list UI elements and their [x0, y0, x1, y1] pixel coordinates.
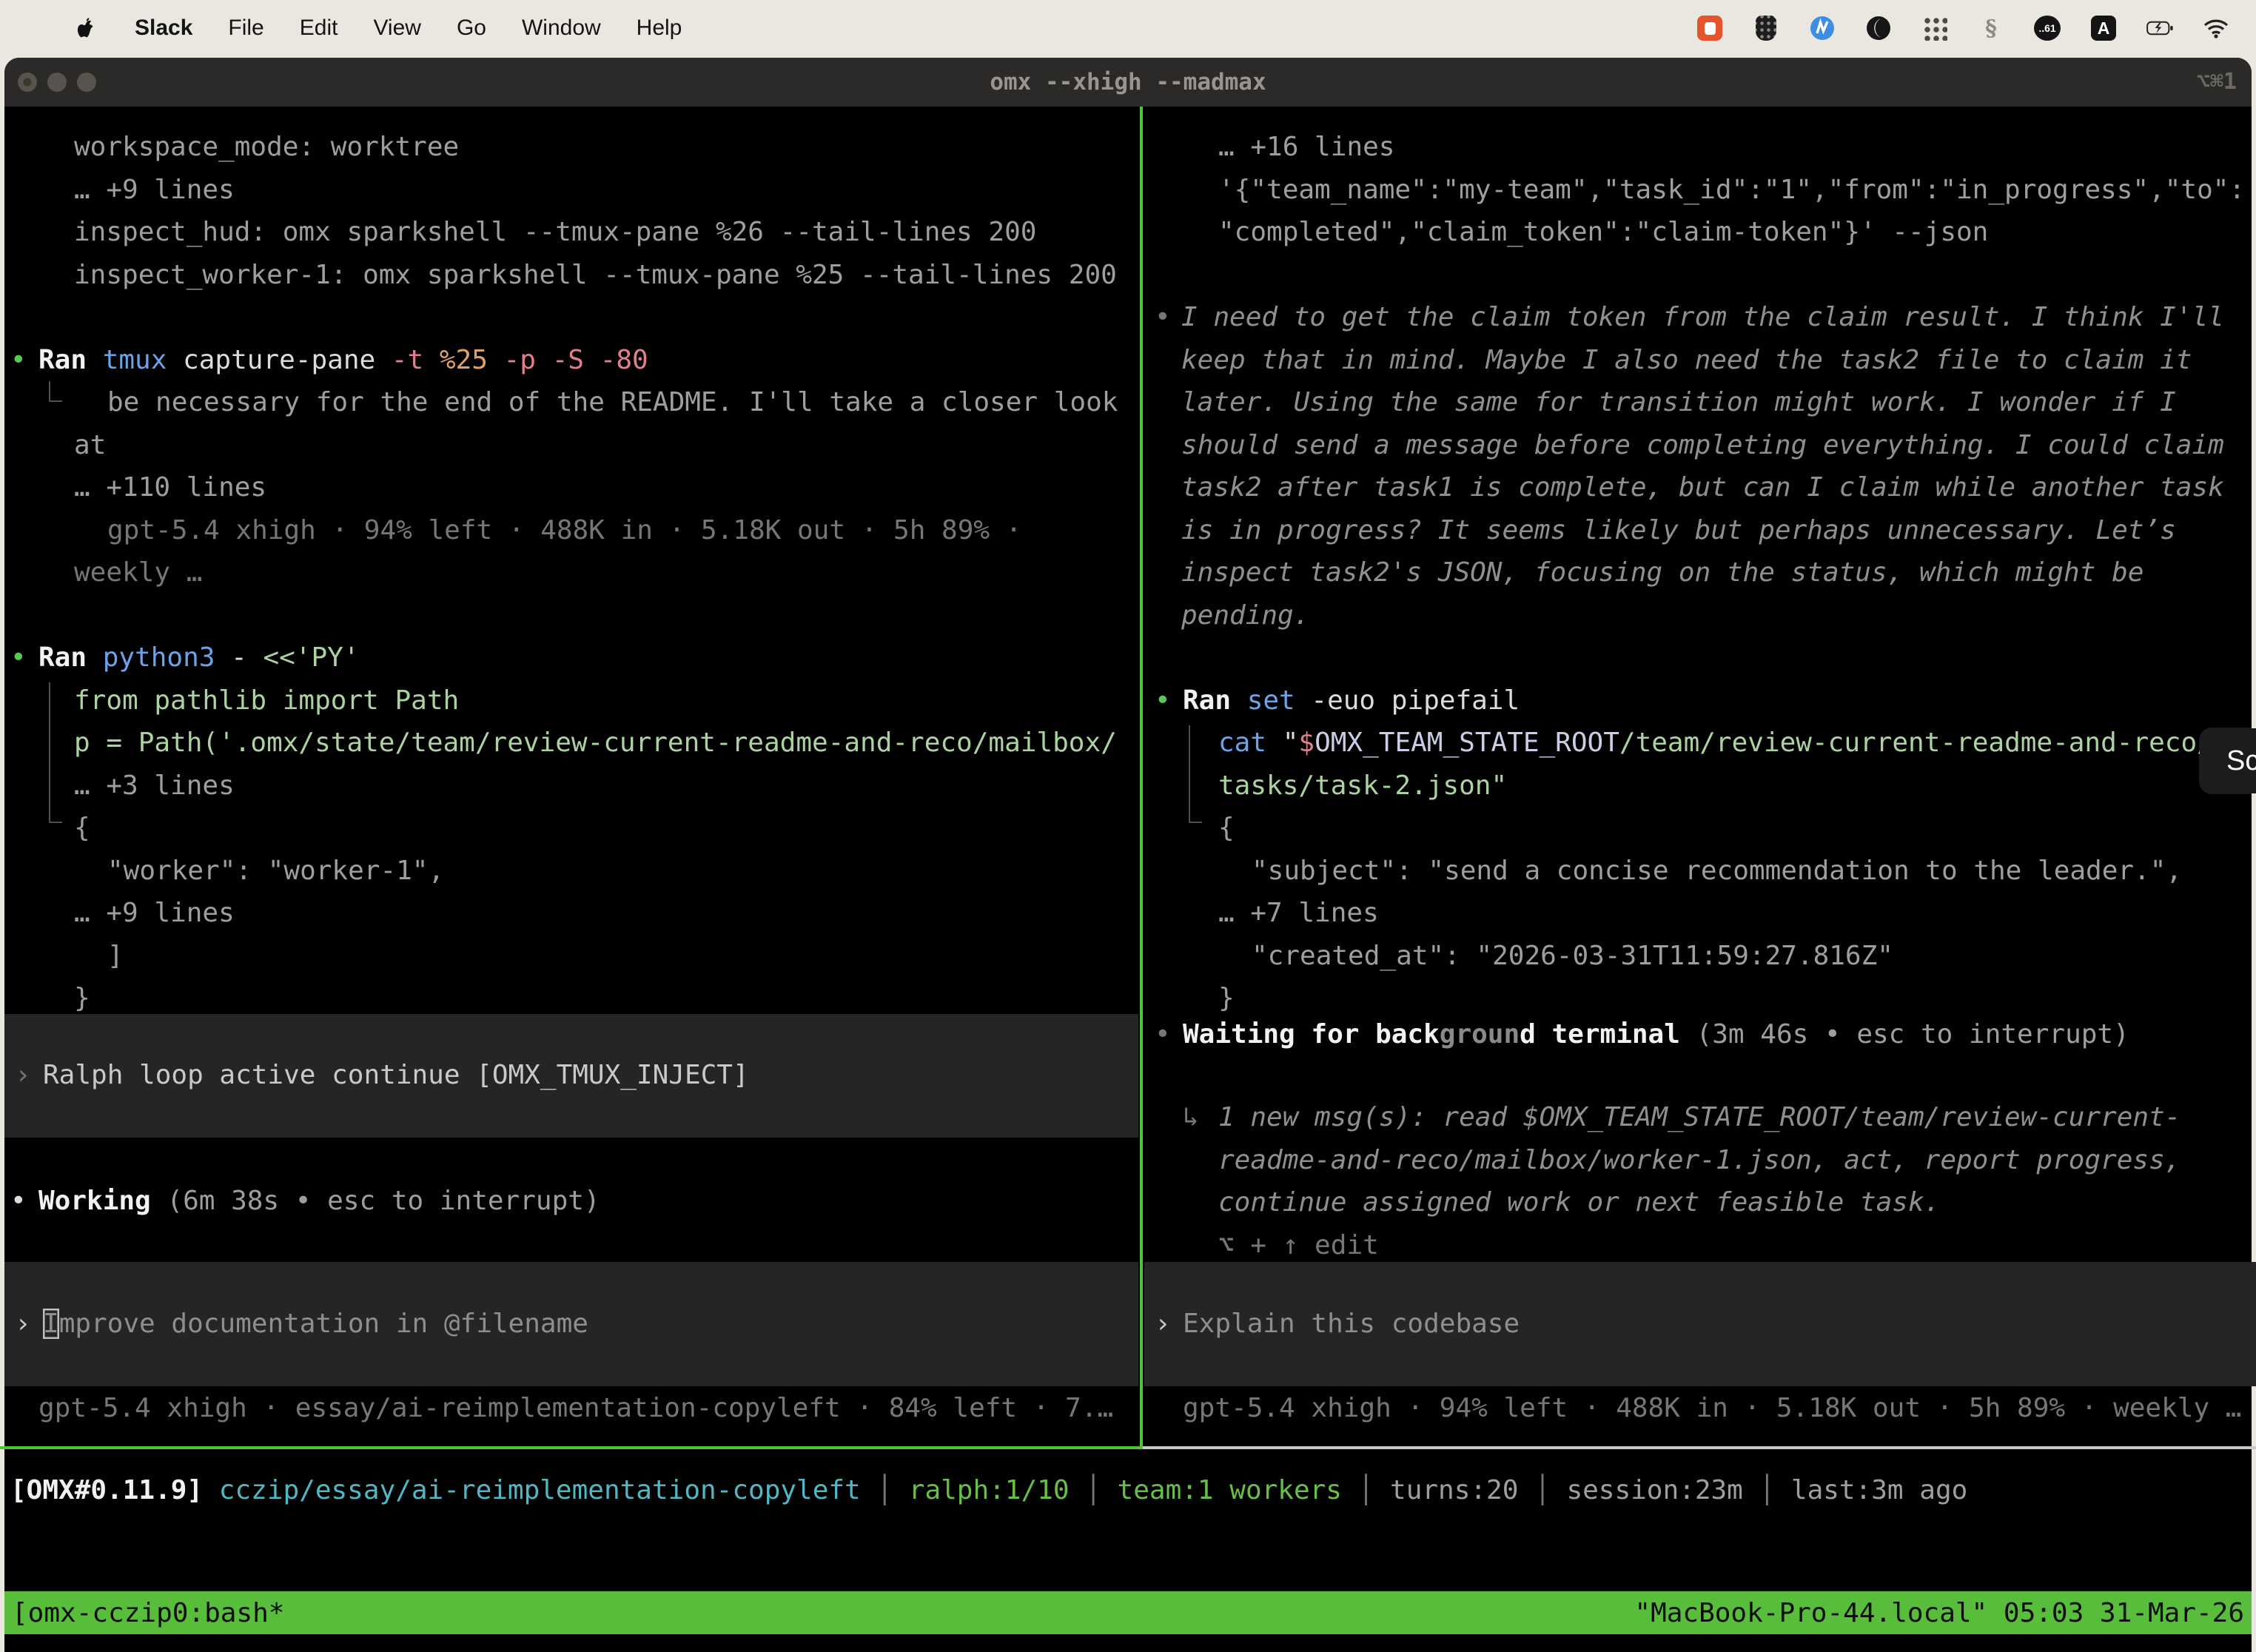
battery-icon[interactable] — [2146, 15, 2173, 41]
omx-hud-status-line: [OMX#0.11.9] cczip/essay/ai-reimplementa… — [0, 1469, 2256, 1512]
menu-item-go[interactable]: Go — [457, 16, 486, 41]
tmux-status-bar: [omx-cczip0:bash* "MacBook-Pro-44.local"… — [4, 1591, 2252, 1634]
dark-crescent-icon[interactable] — [1865, 15, 1892, 41]
menu-item-window[interactable]: Window — [522, 16, 601, 41]
tree-connector — [49, 400, 62, 402]
blue-bolt-icon[interactable] — [1809, 15, 1836, 41]
left-working-status: •Working (6m 38s • esc to interrupt) — [0, 1180, 1140, 1223]
tmux-pane-divider[interactable] — [1140, 107, 1143, 1446]
screenshot-overlay-button[interactable]: Scre — [2200, 728, 2256, 793]
right-prompt-input[interactable]: ›Explain this codebase — [1144, 1262, 2256, 1386]
left-prompt-input[interactable]: ›Improve documentation in @filename — [4, 1262, 1138, 1386]
dots-grid-icon[interactable] — [1921, 15, 1948, 41]
badge-61-icon[interactable]: ..61 — [2034, 15, 2061, 41]
left-session-status-line: gpt-5.4 xhigh · essay/ai-reimplementatio… — [0, 1387, 1140, 1430]
tree-connector — [49, 381, 50, 402]
menu-status-icons: § ..61 A — [1696, 15, 2256, 41]
tmux-pane-border-inactive — [1143, 1446, 2256, 1449]
menu-item-file[interactable]: File — [228, 16, 263, 41]
tree-connector — [49, 682, 50, 823]
desktop-screen: Slack File Edit View Go Window Help § ..61 A — [0, 0, 2256, 1652]
wifi-icon[interactable] — [2203, 15, 2229, 41]
text-cursor: I — [43, 1309, 59, 1339]
tmux-session-name: [omx-cczip0:bash* — [12, 1598, 284, 1628]
menu-items-container: File Edit View Go Window Help — [228, 16, 682, 41]
menu-item-edit[interactable]: Edit — [300, 16, 338, 41]
menu-item-help[interactable]: Help — [637, 16, 682, 41]
window-shortcut-hint: ⌥⌘1 — [2197, 58, 2237, 107]
shield-grid-icon[interactable] — [1753, 15, 1779, 41]
right-mailbox-message: ↳ 1 new msg(s): read $OMX_TEAM_STATE_ROO… — [1144, 1096, 2256, 1266]
left-pane-scrollback: workspace_mode: worktree… +9 linesinspec… — [0, 126, 1140, 1020]
input-source-a-icon[interactable]: A — [2090, 15, 2117, 41]
apple-menu-icon[interactable] — [73, 15, 99, 41]
menu-app-name[interactable]: Slack — [135, 16, 192, 41]
tree-connector — [49, 822, 62, 823]
window-title-bar[interactable]: omx --xhigh --madmax ⌥⌘1 — [4, 58, 2252, 107]
right-waiting-status: •Waiting for background terminal (3m 46s… — [1144, 1013, 2256, 1056]
screenshot-chat-icon[interactable] — [1696, 15, 1723, 41]
ralph-loop-banner: ›Ralph loop active continue [OMX_TMUX_IN… — [4, 1014, 1138, 1138]
screenshot-overlay-label: Scre — [2226, 745, 2256, 777]
tmux-pane-border-active — [0, 1446, 1143, 1449]
window-title: omx --xhigh --madmax — [4, 58, 2252, 107]
right-pane-scrollback: … +16 lines'{"team_name":"my-team","task… — [1144, 126, 2256, 1020]
squiggle-icon[interactable]: § — [1978, 15, 2004, 41]
right-session-status-line: gpt-5.4 xhigh · 94% left · 488K in · 5.1… — [1144, 1387, 2256, 1430]
macos-menu-bar: Slack File Edit View Go Window Help § ..61 A — [0, 0, 2256, 56]
tmux-host-clock: "MacBook-Pro-44.local" 05:03 31-Mar-26 — [1634, 1598, 2244, 1628]
menu-item-view[interactable]: View — [373, 16, 420, 41]
